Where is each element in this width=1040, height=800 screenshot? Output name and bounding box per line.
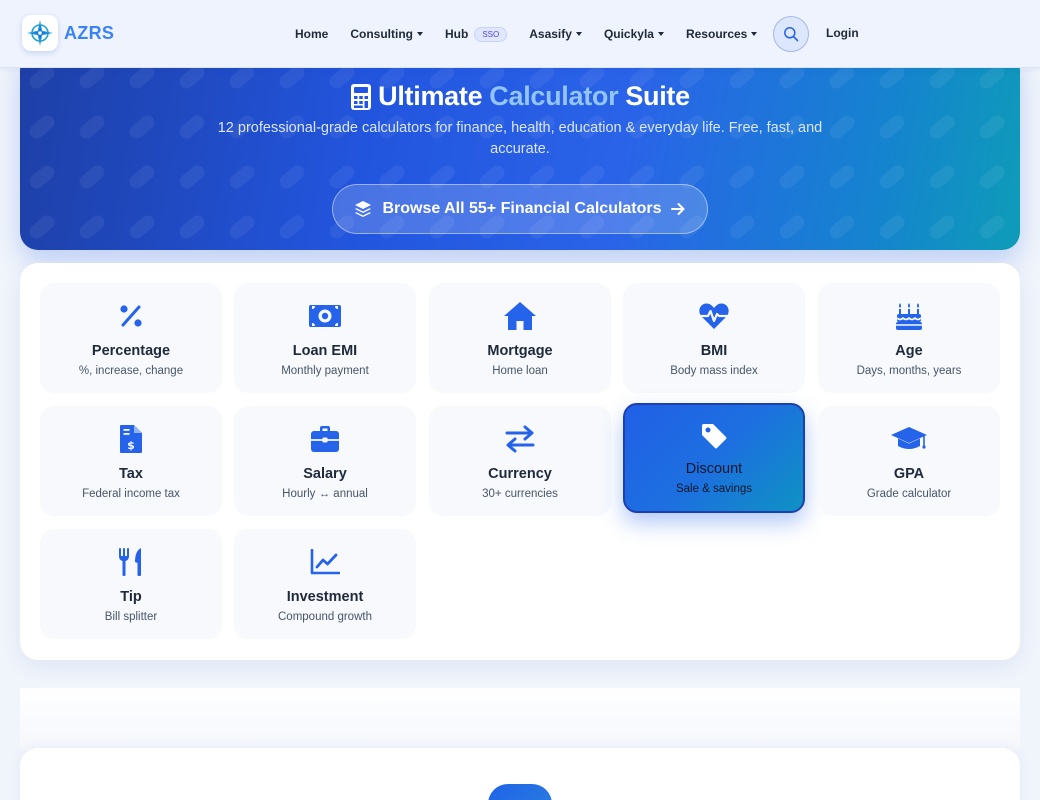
compass-star-logo-icon: [22, 15, 58, 51]
nav-quickyla[interactable]: Quickyla: [604, 27, 664, 41]
birthday-cake-icon: [895, 301, 923, 331]
login-link[interactable]: Login: [826, 26, 859, 40]
card-subtitle: Days, months, years: [856, 365, 962, 377]
utensils-icon: [118, 547, 144, 577]
card-subtitle: Grade calculator: [866, 488, 952, 500]
nav-asasify-label: Asasify: [529, 27, 572, 41]
calculator-card-investment[interactable]: Investment Compound growth: [234, 529, 416, 639]
nav-hub-label: Hub: [445, 27, 469, 41]
card-title: BMI: [700, 343, 728, 359]
brand[interactable]: AZRS: [22, 15, 114, 51]
sso-badge: SSO: [474, 26, 508, 42]
card-title: Tax: [119, 466, 143, 482]
calculator-card-gpa[interactable]: GPA Grade calculator: [818, 406, 1000, 516]
arrow-right-icon: [670, 201, 686, 217]
card-title: Salary: [303, 466, 347, 482]
top-navbar: AZRS Home Consulting Hub SSO Asasify Qui…: [0, 0, 1040, 68]
layers-icon: [354, 200, 372, 218]
money-bill-icon: [308, 301, 342, 331]
caret-down-icon: [657, 32, 664, 36]
hero-title-accent: Calculator: [489, 81, 619, 111]
nav-consulting-label: Consulting: [350, 27, 413, 41]
card-subtitle: Federal income tax: [82, 488, 180, 500]
card-title: Tip: [120, 589, 142, 605]
search-button[interactable]: [773, 16, 809, 52]
svg-text:$: $: [127, 439, 135, 452]
hero-title-pre: Ultimate: [378, 81, 483, 111]
calculator-card-age[interactable]: Age Days, months, years: [818, 283, 1000, 393]
card-title: Mortgage: [487, 343, 553, 359]
card-title: Currency: [488, 466, 552, 482]
nav-consulting[interactable]: Consulting: [350, 27, 423, 41]
brand-name: AZRS: [64, 22, 115, 43]
nav-home[interactable]: Home: [295, 27, 328, 41]
hero-subtitle: 12 professional-grade calculators for fi…: [217, 120, 823, 157]
lower-section-icon-badge: [488, 784, 552, 800]
card-subtitle: Compound growth: [278, 611, 372, 623]
nav-resources-label: Resources: [685, 27, 748, 41]
nav-resources[interactable]: Resources: [685, 27, 758, 41]
calculator-card-currency[interactable]: Currency 30+ currencies: [429, 406, 611, 516]
calculator-card-bmi[interactable]: BMI Body mass index: [623, 283, 805, 393]
card-title: GPA: [893, 466, 925, 482]
nav-home-label: Home: [295, 27, 329, 41]
briefcase-icon: [310, 424, 340, 454]
hero-banner: Ultimate Calculator Suite 12 professiona…: [20, 52, 1020, 250]
heart-pulse-icon: [698, 301, 730, 331]
card-subtitle: Body mass index: [670, 365, 758, 377]
browse-calculators-button[interactable]: Browse All 55+ Financial Calculators: [332, 184, 708, 234]
chart-line-icon: [310, 547, 340, 577]
search-icon: [784, 27, 799, 42]
card-title: Investment: [286, 589, 364, 605]
nav-menu: Home Consulting Hub SSO Asasify Quickyla…: [295, 0, 779, 68]
card-subtitle: Hourly ↔ annual: [282, 488, 368, 500]
calculator-card-salary[interactable]: Salary Hourly ↔ annual: [234, 406, 416, 516]
graduation-cap-icon: [890, 424, 928, 454]
tag-icon: [700, 421, 728, 451]
percent-icon: [118, 301, 144, 331]
card-subtitle: Sale & savings: [675, 483, 753, 495]
home-icon: [503, 301, 537, 331]
card-title: Percentage: [91, 343, 171, 359]
card-title: Loan EMI: [292, 343, 358, 359]
calculator-icon: [350, 83, 372, 111]
card-subtitle: %, increase, change: [78, 365, 184, 377]
nav-quickyla-label: Quickyla: [603, 27, 654, 41]
calculator-card-loan-emi[interactable]: Loan EMI Monthly payment: [234, 283, 416, 393]
nav-hub[interactable]: Hub SSO: [445, 26, 508, 42]
section-divider: [20, 688, 1020, 750]
calculator-card-percentage[interactable]: Percentage %, increase, change: [40, 283, 222, 393]
calculator-card-tip[interactable]: Tip Bill splitter: [40, 529, 222, 639]
calculator-card-discount[interactable]: Discount Sale & savings: [623, 403, 805, 513]
exchange-icon: [505, 424, 535, 454]
hero-title: Ultimate Calculator Suite: [20, 81, 1020, 112]
caret-down-icon: [417, 32, 423, 36]
card-title: Discount: [685, 461, 743, 477]
card-subtitle: 30+ currencies: [482, 488, 558, 500]
caret-down-icon: [575, 32, 582, 36]
card-subtitle: Home loan: [492, 365, 548, 377]
hero-title-post: Suite: [625, 81, 690, 111]
card-subtitle: Monthly payment: [281, 365, 369, 377]
calculator-grid: Percentage %, increase, change Loan EMI …: [20, 263, 1020, 660]
browse-button-label: Browse All 55+ Financial Calculators: [382, 200, 662, 217]
caret-down-icon: [751, 32, 758, 36]
card-subtitle: Bill splitter: [104, 611, 158, 623]
calculator-card-mortgage[interactable]: Mortgage Home loan: [429, 283, 611, 393]
calculator-card-tax[interactable]: $ Tax Federal income tax: [40, 406, 222, 516]
nav-asasify[interactable]: Asasify: [529, 27, 582, 41]
card-title: Age: [895, 343, 923, 359]
file-invoice-dollar-icon: $: [119, 424, 143, 454]
